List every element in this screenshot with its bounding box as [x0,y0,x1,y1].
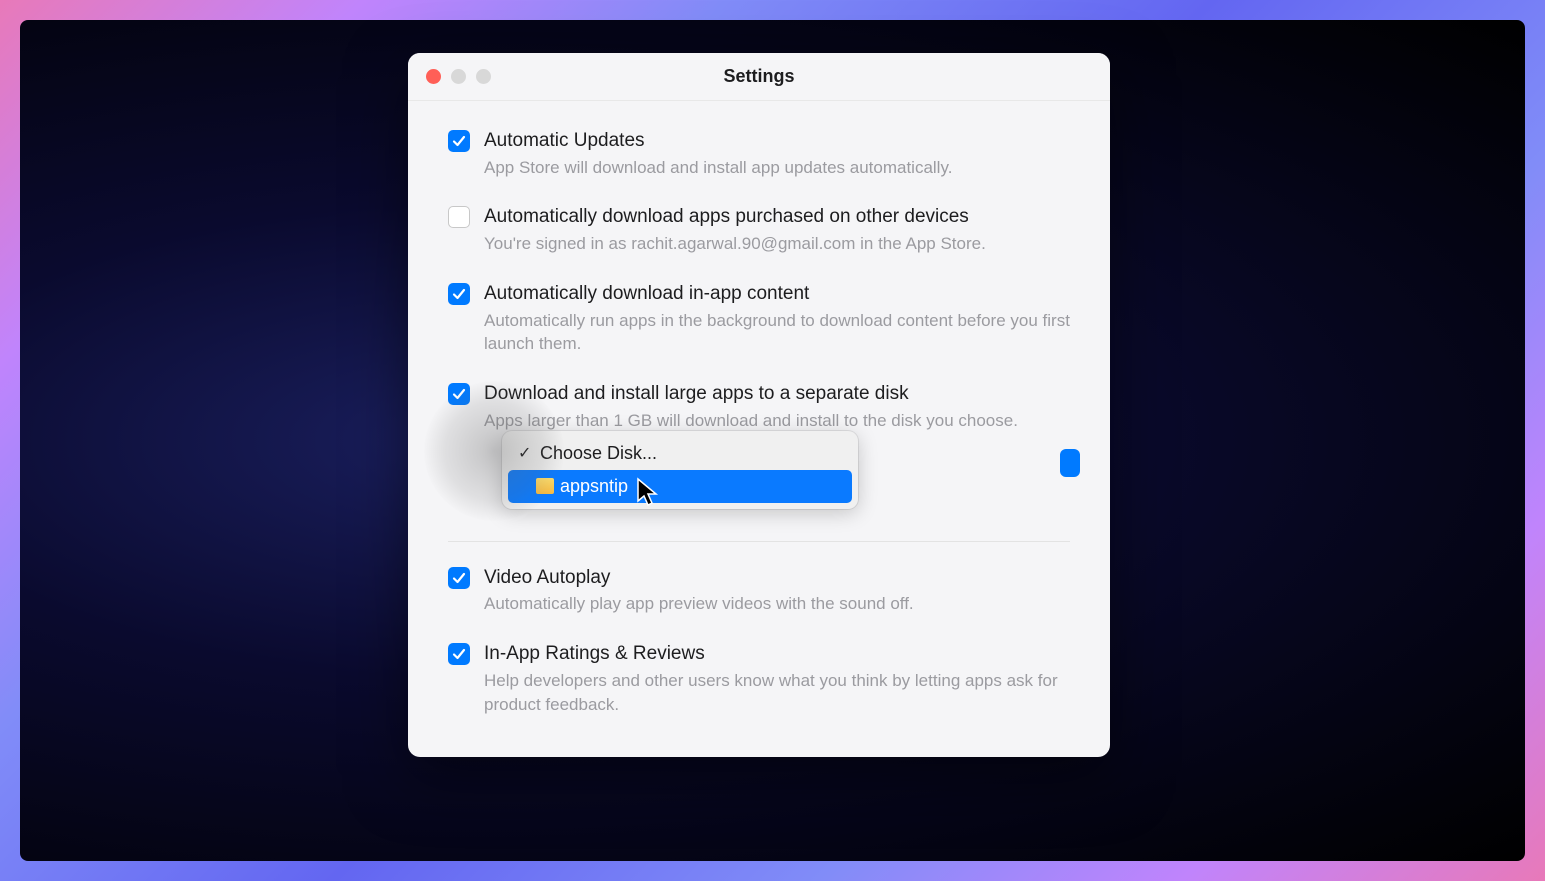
setting-inapp-content: Automatically download in-app content Au… [448,282,1070,356]
setting-auto-download-purchased: Automatically download apps purchased on… [448,205,1070,255]
dropdown-disk-name: appsntip [560,476,628,497]
setting-video-autoplay: Video Autoplay Automatically play app pr… [448,566,1070,616]
checkmark-icon: ✓ [518,443,534,463]
window-title: Settings [408,66,1110,87]
disk-icon [536,478,554,494]
setting-large-apps-disk: Download and install large apps to a sep… [448,382,1070,432]
disk-select-button-edge[interactable] [1060,449,1080,477]
desc-large-apps-disk: Apps larger than 1 GB will download and … [484,409,1070,433]
checkbox-automatic-updates[interactable] [448,130,470,152]
checkbox-video-autoplay[interactable] [448,567,470,589]
desc-inapp-content: Automatically run apps in the background… [484,309,1070,357]
desc-video-autoplay: Automatically play app preview videos wi… [484,592,1070,616]
setting-automatic-updates: Automatic Updates App Store will downloa… [448,129,1070,179]
label-auto-download-purchased: Automatically download apps purchased on… [484,205,1070,230]
checkbox-inapp-content[interactable] [448,283,470,305]
label-inapp-content: Automatically download in-app content [484,282,1070,307]
label-video-autoplay: Video Autoplay [484,566,1070,591]
desc-ratings-reviews: Help developers and other users know wha… [484,669,1070,717]
checkbox-large-apps-disk[interactable] [448,383,470,405]
setting-ratings-reviews: In-App Ratings & Reviews Help developers… [448,642,1070,716]
dropdown-choose-disk-label: Choose Disk... [540,443,657,464]
dropdown-item-choose-disk[interactable]: ✓ Choose Disk... [508,437,852,470]
label-ratings-reviews: In-App Ratings & Reviews [484,642,1070,667]
desc-automatic-updates: App Store will download and install app … [484,156,1070,180]
desc-auto-download-purchased: You're signed in as rachit.agarwal.90@gm… [484,232,1070,256]
settings-window: Settings Automatic Updates App Store wil… [408,53,1110,757]
titlebar: Settings [408,53,1110,101]
dropdown-item-disk[interactable]: appsntip [508,470,852,503]
label-large-apps-disk: Download and install large apps to a sep… [484,382,1070,407]
disk-dropdown-menu: ✓ Choose Disk... appsntip [502,431,858,509]
checkbox-auto-download-purchased[interactable] [448,206,470,228]
divider [448,541,1070,542]
label-automatic-updates: Automatic Updates [484,129,1070,154]
checkbox-ratings-reviews[interactable] [448,643,470,665]
